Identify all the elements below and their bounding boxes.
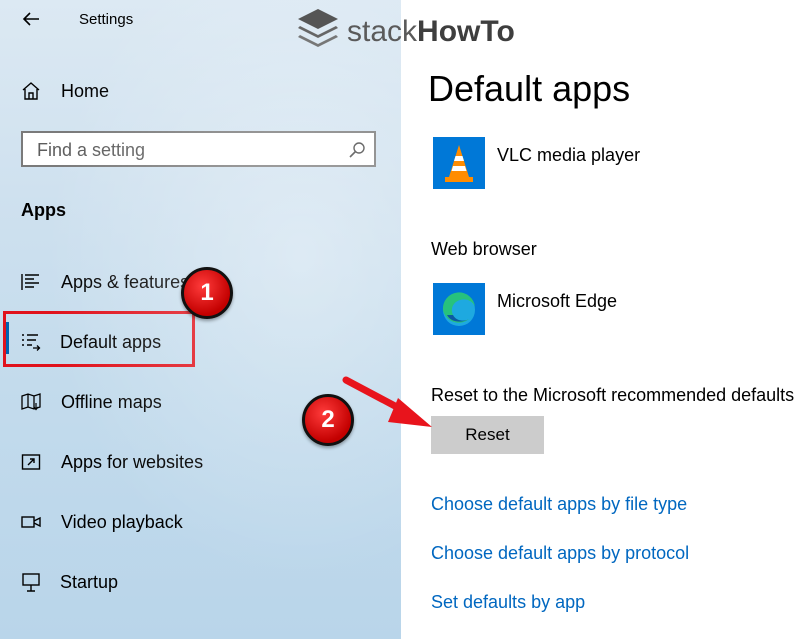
sidebar-item-label: Startup (60, 572, 119, 592)
startup-icon (21, 572, 41, 592)
reset-label: Reset to the Microsoft recommended defau… (431, 385, 795, 405)
link-by-protocol[interactable]: Choose default apps by protocol (431, 543, 689, 564)
reset-button[interactable]: Reset (431, 416, 544, 454)
back-arrow-icon[interactable] (20, 8, 42, 30)
edge-browser-icon (433, 283, 485, 335)
sidebar-item-label: Apps for websites (61, 452, 204, 472)
video-player-app-button[interactable]: VLC media player (433, 137, 793, 189)
default-apps-highlight (3, 311, 195, 367)
home-icon (21, 81, 41, 101)
sidebar-item-label: Home (61, 81, 110, 101)
sidebar-item-home[interactable]: Home (0, 72, 401, 112)
stackhowto-watermark: stackHowTo (292, 5, 532, 53)
sidebar-item-label: Apps & features (61, 272, 190, 292)
window-title: Settings (79, 11, 134, 28)
video-icon (21, 512, 41, 532)
search-input[interactable] (23, 133, 359, 167)
sidebar-item-label: Offline maps (61, 392, 162, 412)
page-title: Default apps (428, 68, 631, 109)
sidebar-item-label: Video playback (61, 512, 183, 532)
watermark-text: stackHowTo (347, 15, 515, 48)
vlc-cone-icon (433, 137, 485, 189)
sidebar-item-apps-for-websites[interactable]: Apps for websites (0, 443, 401, 483)
link-set-defaults-by-app[interactable]: Set defaults by app (431, 592, 585, 613)
list-icon (21, 272, 41, 292)
app-name: VLC media player (497, 145, 641, 165)
map-icon (21, 392, 41, 412)
search-icon[interactable] (348, 141, 366, 159)
sidebar-item-startup[interactable]: Startup (0, 563, 401, 603)
stack-logo-icon (298, 9, 338, 47)
sidebar-item-video-playback[interactable]: Video playback (0, 503, 401, 543)
app-name: Microsoft Edge (497, 291, 618, 311)
web-browser-app-button[interactable]: Microsoft Edge (433, 283, 793, 335)
web-link-icon (21, 452, 41, 472)
search-box[interactable] (21, 131, 376, 167)
annotation-arrow-icon (342, 376, 432, 427)
web-browser-label: Web browser (431, 239, 537, 259)
settings-sidebar: Settings Home Apps Apps & features Defau… (0, 0, 401, 639)
annotation-badge-2: 2 (302, 394, 354, 446)
annotation-badge-1: 1 (181, 267, 233, 319)
link-by-file-type[interactable]: Choose default apps by file type (431, 494, 687, 515)
section-title: Apps (21, 200, 66, 220)
